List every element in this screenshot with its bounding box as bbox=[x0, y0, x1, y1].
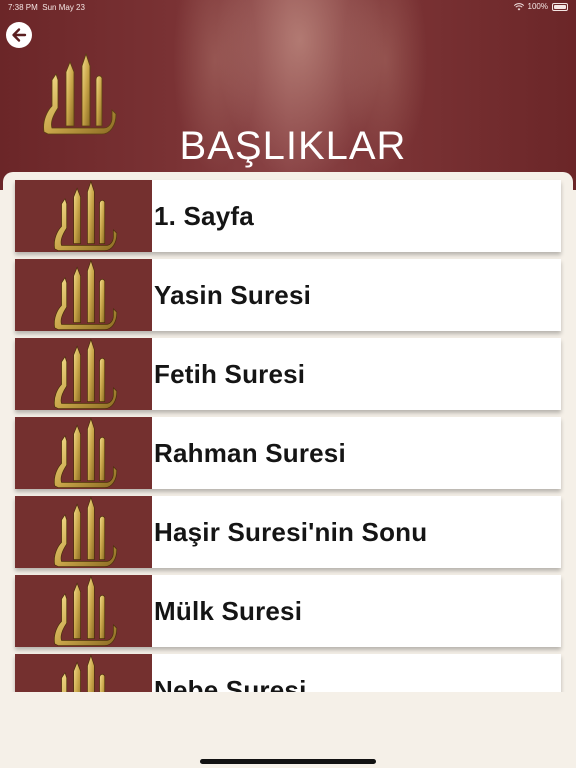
wifi-icon bbox=[513, 2, 524, 10]
status-bar: 7:38 PM Sun May 23 100% bbox=[0, 0, 576, 14]
bottom-area bbox=[0, 692, 576, 768]
header: 7:38 PM Sun May 23 100% BAŞLIKLAR bbox=[0, 0, 576, 190]
item-thumbnail bbox=[15, 496, 152, 568]
item-label: Rahman Suresi bbox=[154, 437, 346, 468]
battery-percent: 100% bbox=[527, 2, 548, 11]
list-item[interactable]: 1. Sayfa bbox=[15, 180, 561, 252]
list-item[interactable]: Fetih Suresi bbox=[15, 338, 561, 410]
item-label: Haşir Suresi'nin Sonu bbox=[154, 516, 428, 547]
status-right: 100% bbox=[513, 2, 568, 11]
item-label: Mülk Suresi bbox=[154, 595, 303, 626]
item-label: Fetih Suresi bbox=[154, 358, 306, 389]
allah-calligraphy-icon bbox=[53, 576, 117, 646]
item-thumbnail bbox=[15, 338, 152, 410]
item-label: Yasin Suresi bbox=[154, 279, 312, 310]
allah-calligraphy-icon bbox=[53, 181, 117, 251]
list-item[interactable]: Haşir Suresi'nin Sonu bbox=[15, 496, 561, 568]
allah-calligraphy-icon bbox=[53, 260, 117, 330]
status-clock: 7:38 PM bbox=[8, 3, 38, 12]
item-label: Nebe Suresi bbox=[154, 674, 307, 693]
item-label: 1. Sayfa bbox=[154, 200, 254, 231]
item-thumbnail bbox=[15, 575, 152, 647]
allah-calligraphy-icon bbox=[53, 339, 117, 409]
allah-calligraphy-icon bbox=[53, 418, 117, 488]
back-button[interactable] bbox=[6, 22, 32, 48]
home-indicator[interactable] bbox=[200, 759, 376, 764]
battery-icon bbox=[552, 2, 568, 11]
allah-calligraphy-icon bbox=[53, 497, 117, 567]
page-title: BAŞLIKLAR bbox=[179, 124, 407, 168]
allah-calligraphy-icon bbox=[53, 655, 117, 692]
item-thumbnail bbox=[15, 180, 152, 252]
list-item[interactable]: Yasin Suresi bbox=[15, 259, 561, 331]
item-thumbnail bbox=[15, 259, 152, 331]
list-item[interactable]: Nebe Suresi bbox=[15, 654, 561, 692]
list-item[interactable]: Mülk Suresi bbox=[15, 575, 561, 647]
arrow-left-icon bbox=[12, 28, 27, 42]
item-thumbnail bbox=[15, 417, 152, 489]
app-screen: 7:38 PM Sun May 23 100% BAŞLIKLAR 1. Say… bbox=[0, 0, 576, 768]
item-thumbnail bbox=[15, 654, 152, 692]
chapter-list: 1. Sayfa Yasin Suresi Fetih Suresi Rahma… bbox=[3, 172, 573, 692]
status-time: 7:38 PM Sun May 23 bbox=[8, 3, 85, 12]
list-item[interactable]: Rahman Suresi bbox=[15, 417, 561, 489]
status-date: Sun May 23 bbox=[42, 3, 85, 12]
